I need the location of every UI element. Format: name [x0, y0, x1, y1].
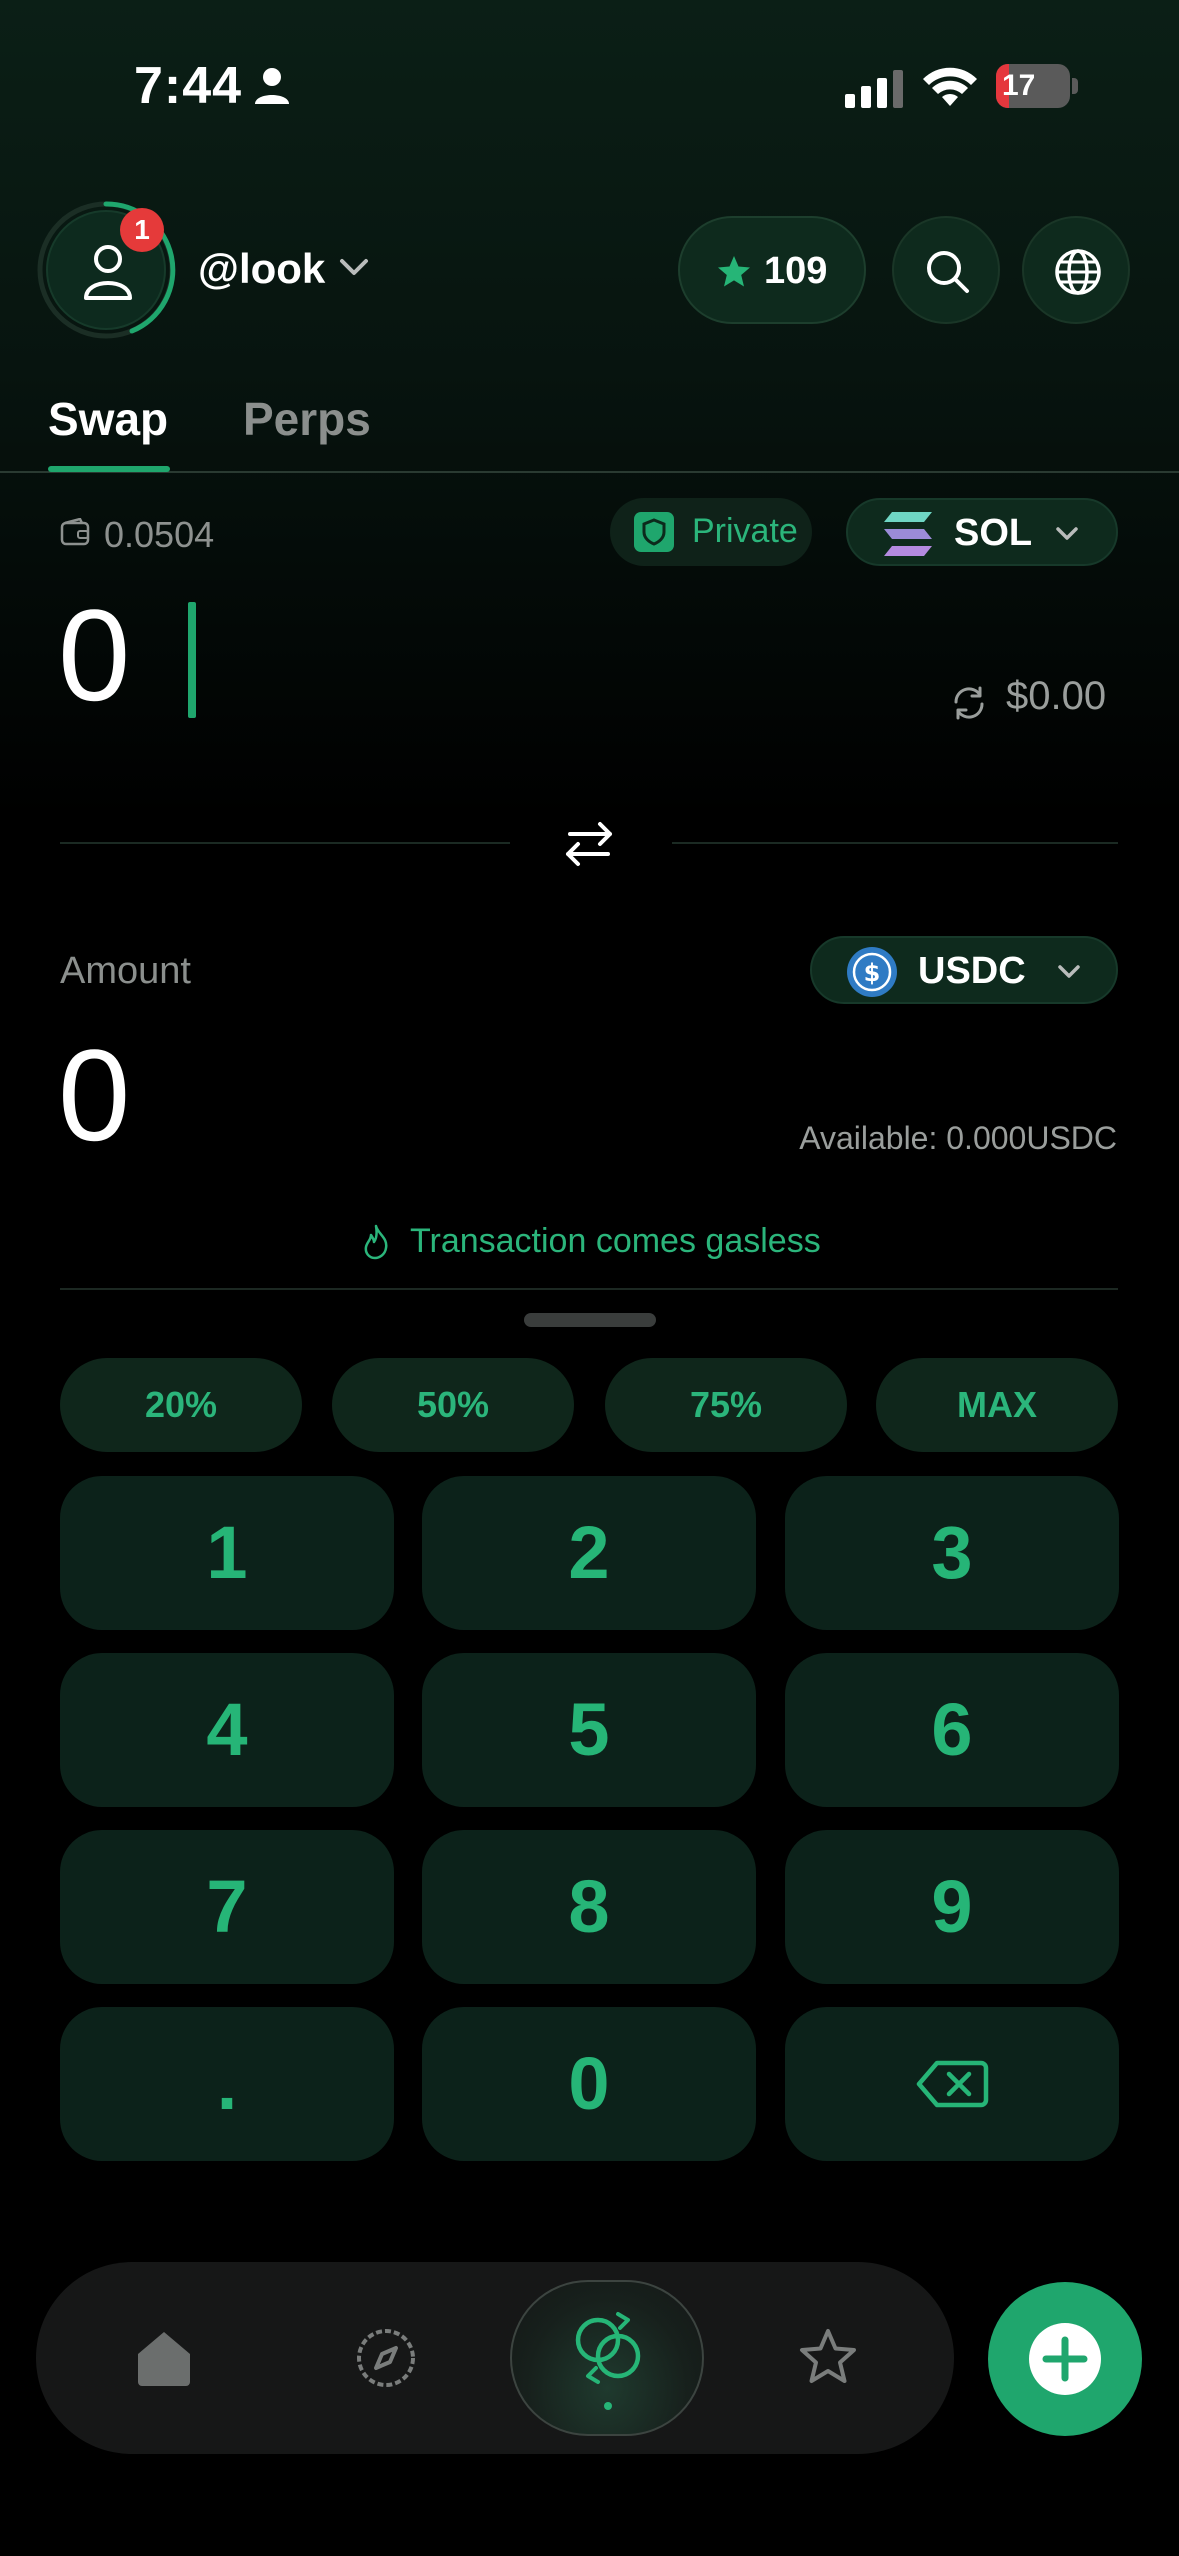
solana-logo-icon — [884, 512, 932, 556]
to-token-selector[interactable]: $ USDC — [810, 936, 1118, 1004]
wifi-icon — [923, 67, 977, 106]
header-background — [0, 0, 1179, 820]
active-nav-dot — [604, 2402, 612, 2410]
refresh-icon[interactable] — [950, 684, 988, 722]
add-button[interactable] — [988, 2282, 1142, 2436]
available-balance: Available: 0.000USDC — [799, 1120, 1117, 1156]
sheet-drag-handle[interactable] — [524, 1313, 656, 1327]
svg-text:$: $ — [864, 959, 881, 987]
to-token-symbol: USDC — [918, 950, 1026, 992]
from-token-symbol: SOL — [954, 512, 1033, 554]
star-icon[interactable] — [796, 2326, 860, 2390]
tab-swap[interactable]: Swap — [48, 392, 168, 446]
battery-level: 17 — [1002, 69, 1036, 102]
private-toggle[interactable]: Private — [610, 498, 812, 566]
plus-icon — [1029, 2323, 1101, 2395]
from-token-selector[interactable]: SOL — [846, 498, 1118, 566]
keypad-5[interactable]: 5 — [422, 1653, 756, 1807]
active-tab-indicator — [48, 466, 170, 472]
from-amount-input[interactable]: 0 — [58, 580, 130, 730]
keypad-4[interactable]: 4 — [60, 1653, 394, 1807]
notification-badge: 1 — [120, 208, 164, 252]
tab-divider — [0, 471, 1179, 473]
stars-points-button[interactable]: 109 — [678, 216, 866, 324]
chevron-down-icon[interactable] — [338, 255, 370, 279]
chevron-down-icon — [1056, 527, 1078, 540]
keypad-3[interactable]: 3 — [785, 1476, 1119, 1630]
percent-50-button[interactable]: 50% — [332, 1358, 574, 1452]
divider-line — [672, 842, 1118, 844]
keypad-decimal[interactable]: . — [60, 2007, 394, 2161]
search-icon — [927, 251, 969, 293]
divider-line — [60, 842, 510, 844]
wallet-icon — [60, 518, 90, 546]
shield-icon — [634, 512, 674, 552]
star-filled-icon — [718, 256, 750, 287]
search-button[interactable] — [892, 216, 1000, 324]
swap-icon[interactable] — [566, 2306, 650, 2390]
to-amount-label: Amount — [60, 950, 191, 992]
flame-icon — [364, 1224, 388, 1260]
usdc-logo-icon: $ — [847, 947, 897, 997]
keypad-8[interactable]: 8 — [422, 1830, 756, 1984]
battery-indicator: 17 — [996, 64, 1078, 108]
private-label: Private — [692, 512, 798, 550]
cellular-signal-icon — [845, 70, 903, 108]
percent-20-button[interactable]: 20% — [60, 1358, 302, 1452]
user-icon — [84, 245, 132, 300]
backspace-icon — [916, 2060, 989, 2108]
status-time: 7:44 — [134, 57, 243, 115]
section-divider — [60, 1288, 1118, 1290]
keypad-0[interactable]: 0 — [422, 2007, 756, 2161]
keypad-2[interactable]: 2 — [422, 1476, 756, 1630]
gasless-note: Transaction comes gasless — [410, 1222, 821, 1260]
swap-direction-icon[interactable] — [556, 816, 622, 872]
percent-75-button[interactable]: 75% — [605, 1358, 847, 1452]
text-cursor — [188, 602, 196, 718]
keypad-6[interactable]: 6 — [785, 1653, 1119, 1807]
home-icon[interactable] — [132, 2326, 196, 2390]
person-icon — [255, 68, 289, 104]
keypad-backspace[interactable] — [785, 2007, 1119, 2161]
compass-icon[interactable] — [354, 2326, 418, 2390]
keypad-1[interactable]: 1 — [60, 1476, 394, 1630]
stars-count: 109 — [764, 250, 828, 292]
chevron-down-icon — [1058, 965, 1080, 978]
keypad-7[interactable]: 7 — [60, 1830, 394, 1984]
globe-icon — [1055, 249, 1101, 295]
account-name[interactable]: @look — [198, 245, 325, 293]
wallet-balance: 0.0504 — [104, 514, 215, 555]
globe-button[interactable] — [1022, 216, 1130, 324]
keypad-9[interactable]: 9 — [785, 1830, 1119, 1984]
max-button[interactable]: MAX — [876, 1358, 1118, 1452]
usd-value: $0.00 — [1006, 674, 1107, 718]
to-amount-value: 0 — [58, 1022, 131, 1168]
tab-perps[interactable]: Perps — [243, 392, 371, 446]
